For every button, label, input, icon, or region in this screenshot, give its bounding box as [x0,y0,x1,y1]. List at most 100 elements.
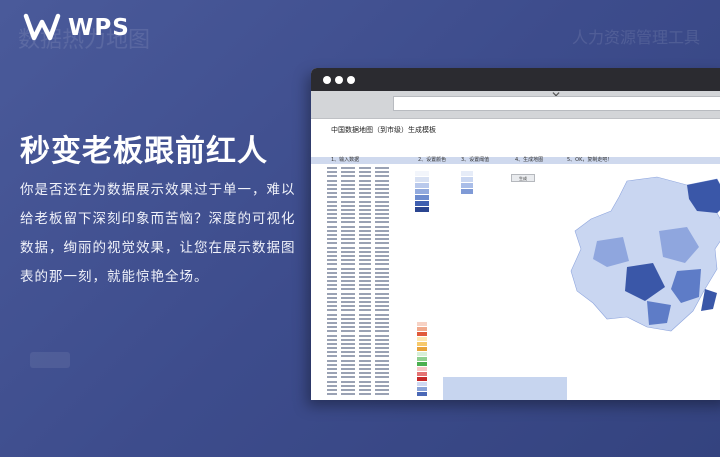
table-cell [327,305,337,308]
table-cell [327,334,337,337]
table-cell [359,368,371,370]
table-cell [359,334,371,337]
table-cell [375,179,389,182]
table-cell [359,342,371,345]
table-cell [327,221,337,224]
heat-swatch [417,347,427,351]
table-cell [359,246,371,249]
table-cell [375,296,389,299]
color-swatch [415,201,429,206]
table-cell [327,284,337,287]
table-cell [341,376,355,379]
ghost-right-text: 人力资源管理工具 [571,28,700,47]
table-cell [327,330,337,333]
table-cell [341,229,355,232]
table-cell [327,384,337,387]
generate-button[interactable]: 生成 [511,174,535,182]
table-cell [341,309,355,312]
table-cell [359,292,371,295]
table-cell [359,305,371,308]
table-cell [375,280,389,283]
table-cell [341,217,355,220]
color-swatch [415,207,429,212]
table-cell [359,372,371,375]
table-cell [341,305,355,308]
threshold-swatch [461,177,473,182]
table-cell [359,200,371,203]
browser-mockup: ✕ 中国数据地图（到市级）生成模板 1、输入数据 2、设置颜色 3、设置阈值 4… [311,68,720,400]
heat-color-scale [417,322,427,397]
table-cell [327,213,337,216]
table-cell [341,359,355,362]
table-cell [327,288,337,291]
table-cell [359,208,371,211]
brand-logo: WPS [22,12,130,44]
table-cell [327,217,337,220]
color-swatch [415,183,429,188]
table-cell [359,288,371,291]
table-cell [341,301,355,303]
table-cell [341,183,355,186]
table-cell [341,225,355,228]
table-cell [327,355,337,358]
table-cell [375,171,389,174]
address-bar[interactable] [393,96,720,111]
table-cell [341,204,355,207]
table-cell [375,301,389,303]
table-cell [341,192,355,195]
table-cell [327,267,337,270]
table-cell [359,363,371,366]
table-cell [375,359,389,362]
table-cell [341,288,355,291]
table-cell [375,246,389,249]
table-cell [359,259,371,262]
table-cell [327,271,337,274]
table-cell [327,347,337,350]
table-cell [359,376,371,379]
table-cell [341,351,355,354]
table-cell [359,388,371,391]
window-dot-icon [335,76,343,84]
table-cell [359,275,371,278]
color-swatch [415,171,429,176]
table-cell [375,372,389,375]
table-cell [341,234,355,236]
threshold-swatch [461,171,473,176]
table-cell [341,175,355,178]
table-cell [327,234,337,236]
heat-swatch [417,387,427,391]
table-cell [327,388,337,391]
table-cell [327,246,337,249]
table-cell [341,380,355,383]
table-cell [375,221,389,224]
table-cell [375,284,389,287]
table-cell [375,317,389,320]
table-cell [327,342,337,345]
step-label: 4、生成地图 [515,157,544,163]
table-cell [375,330,389,333]
table-cell [375,242,389,245]
brand-name: WPS [68,15,130,41]
table-cell [341,342,355,345]
table-cell [375,192,389,195]
table-cell [359,263,371,266]
step-label: 1、输入数据 [331,157,360,163]
table-cell [341,368,355,370]
table-cell [327,238,337,241]
table-cell [327,363,337,366]
table-cell [359,347,371,350]
table-cell [359,254,371,257]
table-cell [375,368,389,370]
table-cell [375,275,389,278]
table-cell [327,259,337,262]
table-cell [327,225,337,228]
table-cell [375,183,389,186]
threshold-scale [461,171,473,195]
table-cell [375,321,389,324]
table-cell [359,351,371,354]
table-cell [327,175,337,178]
table-cell [375,259,389,262]
table-cell [341,284,355,287]
heat-swatch [417,327,427,331]
table-cell [341,384,355,387]
